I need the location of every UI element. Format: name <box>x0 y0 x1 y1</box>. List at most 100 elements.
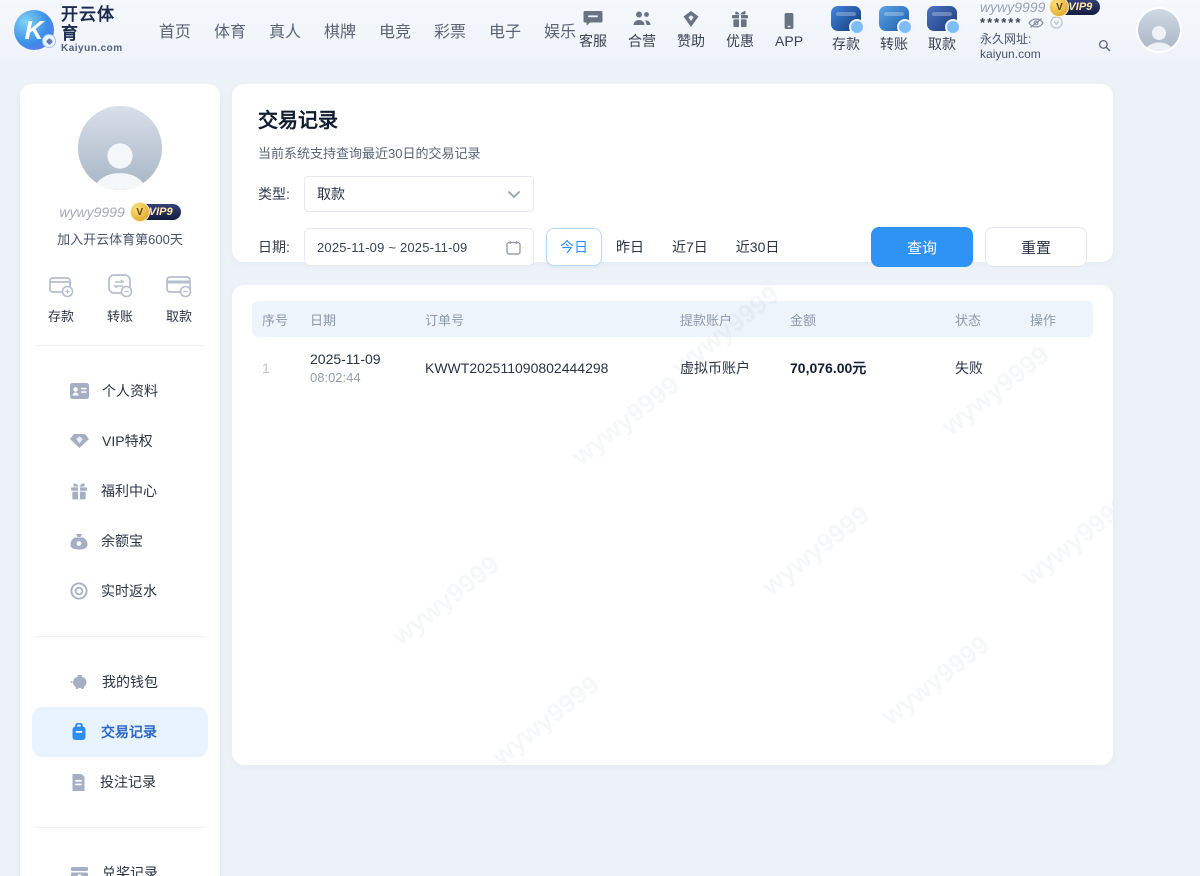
masked-balance: ****** <box>980 16 1022 29</box>
sidebar-item-rebate[interactable]: 实时返水 <box>32 566 208 616</box>
sidebar-item-benefits[interactable]: 福利中心 <box>32 466 208 516</box>
sidebar-transfer-button[interactable]: 转账 <box>105 270 135 325</box>
transfer-button[interactable]: 转账 <box>877 6 911 54</box>
page-title: 交易记录 <box>258 104 1087 133</box>
sidebar-quick-actions: 存款 转账 取款 <box>20 270 220 325</box>
sidebar-vip-badge: VIP9 <box>132 204 181 220</box>
chat-bubble-icon <box>583 10 603 28</box>
sidebar-item-vip[interactable]: VIP特权 <box>32 416 208 466</box>
top-navbar: K 开云体育 Kaiyun.com 首页 体育 真人 棋牌 电竞 彩票 电子 娱… <box>0 0 1200 60</box>
sidebar-item-profile[interactable]: 个人资料 <box>32 366 208 416</box>
withdraw-button[interactable]: 取款 <box>925 6 959 54</box>
range-yesterday-button[interactable]: 昨日 <box>602 228 658 266</box>
refresh-v-icon[interactable] <box>1050 16 1063 29</box>
document-icon <box>70 774 87 791</box>
nav-live-casino[interactable]: 真人 <box>269 18 301 42</box>
row-order-no: KWWT202511090802444298 <box>415 360 670 376</box>
range-7days-button[interactable]: 近7日 <box>658 228 722 266</box>
nav-lottery[interactable]: 彩票 <box>434 18 466 42</box>
nav-slots[interactable]: 电子 <box>489 18 521 42</box>
chevron-down-icon <box>507 190 521 199</box>
sidebar-menu-group-3: 兑奖记录 消息中心 99+ <box>20 848 220 876</box>
row-status: 失败 <box>945 358 1020 378</box>
reset-button[interactable]: 重置 <box>985 227 1087 267</box>
wallet-icon <box>46 270 76 300</box>
sidebar-menu-group-1: 个人资料 VIP特权 福利中心 余额宝 实时返水 <box>20 366 220 616</box>
row-amount: 70,076.00元 <box>780 358 945 378</box>
user-info-block: wywy9999 VIP9 ****** 永久网址: kaiyun.com <box>980 0 1111 61</box>
col-header-date: 日期 <box>300 310 415 329</box>
filter-card: 交易记录 当前系统支持查询最近30日的交易记录 类型: 取款 日期: 2025-… <box>232 84 1113 262</box>
sidebar-username: wywy9999 <box>59 204 124 220</box>
range-today-button[interactable]: 今日 <box>546 228 602 266</box>
bank-card-icon <box>164 270 194 300</box>
nav-board-games[interactable]: 棋牌 <box>324 18 356 42</box>
deposit-button[interactable]: 存款 <box>829 6 863 54</box>
type-select[interactable]: 取款 <box>304 176 534 212</box>
main-nav: 首页 体育 真人 棋牌 电竞 彩票 电子 娱乐 <box>159 18 576 42</box>
col-header-amount: 金额 <box>780 310 945 329</box>
promotions-button[interactable]: 优惠 <box>723 10 757 51</box>
sidebar-item-yuebao[interactable]: 余额宝 <box>32 516 208 566</box>
col-header-action: 操作 <box>1020 310 1093 329</box>
person-silhouette-icon <box>89 138 151 190</box>
table-header-row: 序号 日期 订单号 提款账户 金额 状态 操作 <box>252 301 1093 337</box>
nav-home[interactable]: 首页 <box>159 18 191 42</box>
page-subtitle: 当前系统支持查询最近30日的交易记录 <box>258 143 1087 162</box>
money-bag-icon <box>70 533 88 550</box>
deposit-wallet-icon <box>831 6 861 31</box>
col-header-order-no: 订单号 <box>415 310 670 329</box>
row-index: 1 <box>252 360 300 376</box>
sidebar-withdraw-button[interactable]: 取款 <box>164 270 194 325</box>
sidebar-avatar[interactable] <box>78 106 162 190</box>
user-avatar[interactable] <box>1136 7 1182 53</box>
id-card-icon <box>70 383 89 399</box>
gift-icon <box>730 10 750 28</box>
row-date-value: 2025-11-09 <box>310 351 415 367</box>
col-header-status: 状态 <box>945 310 1020 329</box>
eye-off-icon[interactable] <box>1028 17 1044 29</box>
permanent-url: 永久网址: kaiyun.com <box>980 30 1111 61</box>
nav-esports[interactable]: 电竞 <box>379 18 411 42</box>
sidebar-item-transaction-records[interactable]: 交易记录 <box>32 707 208 757</box>
transfer-globe-icon <box>879 6 909 31</box>
col-header-account: 提款账户 <box>670 310 780 329</box>
transfer-icon <box>105 270 135 300</box>
nav-sports[interactable]: 体育 <box>214 18 246 42</box>
page: K 开云体育 Kaiyun.com 首页 体育 真人 棋牌 电竞 彩票 电子 娱… <box>0 0 1200 876</box>
quick-range-group: 今日 昨日 近7日 近30日 <box>546 228 793 266</box>
nav-entertainment[interactable]: 娱乐 <box>544 18 576 42</box>
sidebar-item-betting-records[interactable]: 投注记录 <box>32 757 208 807</box>
row-account: 虚拟币账户 <box>670 358 780 378</box>
sponsor-button[interactable]: 赞助 <box>674 10 708 51</box>
table-row: 1 2025-11-09 08:02:44 KWWT20251109080244… <box>252 337 1093 399</box>
soccer-ball-icon <box>42 34 56 48</box>
sidebar-item-prize-records[interactable]: 兑奖记录 <box>32 848 208 876</box>
date-filter-row: 日期: 2025-11-09 ~ 2025-11-09 今日 昨日 近7日 近3… <box>258 227 1087 267</box>
logo-k-icon: K <box>14 10 54 50</box>
sidebar-divider <box>36 345 204 346</box>
records-bag-icon <box>70 723 88 741</box>
gem-icon <box>70 433 89 449</box>
sidebar-divider <box>36 636 204 637</box>
app-download-button[interactable]: APP <box>772 12 806 49</box>
piggy-bank-icon <box>70 674 89 690</box>
rebate-circle-icon <box>70 582 88 600</box>
money-actions: 存款 转账 取款 <box>829 6 959 54</box>
sidebar-deposit-button[interactable]: 存款 <box>46 270 76 325</box>
date-range-input[interactable]: 2025-11-09 ~ 2025-11-09 <box>304 228 534 266</box>
row-date: 2025-11-09 08:02:44 <box>300 351 415 385</box>
brand-logo[interactable]: K 开云体育 Kaiyun.com <box>14 6 133 54</box>
magnifier-icon[interactable] <box>1098 39 1111 52</box>
search-button[interactable]: 查询 <box>871 227 973 267</box>
nav-right-cluster: 客服 合营 赞助 优惠 APP 存款 <box>576 0 1182 61</box>
sidebar-item-wallet[interactable]: 我的钱包 <box>32 657 208 707</box>
calendar-icon <box>506 240 521 255</box>
customer-service-button[interactable]: 客服 <box>576 10 610 51</box>
records-table-card: wywy9999wywy9999wywy9999wywy9999wywy9999… <box>232 285 1113 765</box>
gift-icon <box>70 483 88 500</box>
partnership-button[interactable]: 合营 <box>625 10 659 51</box>
sidebar: wywy9999 VIP9 加入开云体育第600天 存款 转账 取款 个人资料 <box>20 84 220 876</box>
range-30days-button[interactable]: 近30日 <box>722 228 794 266</box>
withdraw-card-icon <box>927 6 957 31</box>
